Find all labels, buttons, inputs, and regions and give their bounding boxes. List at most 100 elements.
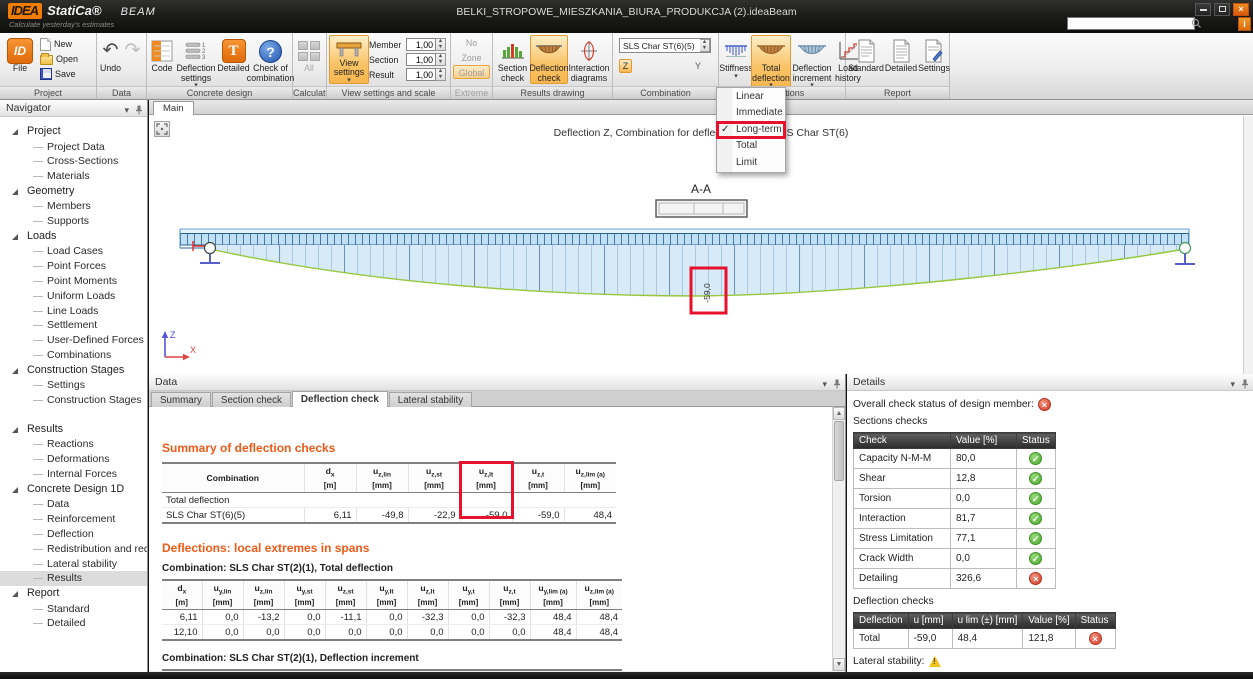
nav-section-geometry[interactable]: Geometry [0,184,147,200]
direction-z-toggle[interactable]: Z [619,59,632,73]
deflection-increment-button[interactable]: Deflection increment▾ [791,35,833,89]
expander-icon[interactable] [12,426,18,433]
member-scale-input[interactable] [406,38,436,51]
search-box[interactable] [1067,17,1201,30]
nav-item-point-forces[interactable]: Point Forces [0,259,147,274]
expander-icon[interactable] [12,188,18,195]
nav-item-detailed[interactable]: Detailed [0,616,147,631]
nav-item-cross-sections[interactable]: Cross-Sections [0,154,147,169]
info-button[interactable]: i [1238,17,1251,31]
panel-menu-icon[interactable]: ▾ [822,376,827,392]
check-of-combination-button[interactable]: ? Check of combination [247,35,294,84]
nav-section-report[interactable]: Report [0,586,147,602]
menu-item-linear[interactable]: Linear [717,89,785,105]
undo-button[interactable]: ↶ Undo [99,35,122,75]
pin-icon[interactable] [1241,379,1249,389]
menu-item-limit[interactable]: Limit [717,155,785,171]
nav-item-deformations[interactable]: Deformations [0,452,147,467]
report-settings-button[interactable]: Settings [918,35,950,75]
code-button[interactable]: Code [149,35,175,75]
nav-item-settings[interactable]: Settings [0,378,147,393]
direction-y-toggle[interactable]: Y [695,61,705,71]
maximize-button[interactable] [1214,3,1230,16]
nav-section-results[interactable]: Results [0,422,147,438]
section-check-button[interactable]: Section check [495,35,530,84]
scroll-thumb[interactable] [834,421,844,481]
file-button[interactable]: ID File [2,35,38,75]
nav-item-settlement[interactable]: Settlement [0,318,147,333]
nav-item-deflection[interactable]: Deflection [0,527,147,542]
panel-menu-icon[interactable]: ▾ [124,102,129,118]
expander-icon[interactable] [12,486,18,493]
nav-item-results[interactable]: Results [0,571,147,587]
expander-icon[interactable] [12,367,18,374]
close-button[interactable]: × [1233,3,1249,16]
nav-item-reinforcement[interactable]: Reinforcement [0,512,147,527]
nav-item-data[interactable]: Data [0,497,147,512]
nav-item-supports[interactable]: Supports [0,214,147,229]
expander-icon[interactable] [12,591,18,598]
detailed-button[interactable]: T Detailed [217,35,250,75]
menu-item-immediate[interactable]: Immediate [717,105,785,121]
section-scale-spinner[interactable]: ▲ ▼ [436,53,446,66]
beam-viewport[interactable]: A-A -59,0 Z X Deflection Z, Combination … [149,115,1253,374]
combination-select[interactable]: SLS Char ST(6)(5) ▲ ▼ [619,38,711,53]
minimize-button[interactable] [1195,3,1211,16]
view-settings-button[interactable]: View settings ▾ [329,35,369,84]
tab-deflection-check[interactable]: Deflection check [291,391,388,408]
tab-main[interactable]: Main [153,101,194,115]
main-view-scrollbar[interactable] [1243,116,1253,374]
nav-item-combinations[interactable]: Combinations [0,348,147,363]
extreme-zone-button[interactable]: Zone [453,50,490,64]
tab-summary[interactable]: Summary [151,392,211,408]
nav-item-materials[interactable]: Materials [0,169,147,184]
result-scale-input[interactable] [406,68,436,81]
nav-item-redistribution-and-reduction[interactable]: Redistribution and reduction [0,542,147,557]
pin-icon[interactable] [135,105,143,115]
menu-item-total[interactable]: Total [717,138,785,154]
nav-item-line-loads[interactable]: Line Loads [0,304,147,319]
redo-button[interactable]: ↷ [122,35,143,65]
nav-item-uniform-loads[interactable]: Uniform Loads [0,289,147,304]
scroll-down-arrow[interactable]: ▼ [833,658,845,671]
nav-item-point-moments[interactable]: Point Moments [0,274,147,289]
result-scale-spinner[interactable]: ▲ ▼ [436,68,446,81]
extreme-global-button[interactable]: Global [453,65,490,79]
nav-section-project[interactable]: Project [0,124,147,140]
tab-section-check[interactable]: Section check [211,392,291,408]
deflection-check-button[interactable]: Deflection check [529,35,569,85]
calculate-all-button[interactable]: All [295,35,323,75]
open-button[interactable]: Open [38,52,80,66]
nav-item-project-data[interactable]: Project Data [0,140,147,155]
nav-section-loads[interactable]: Loads [0,229,147,245]
search-input[interactable] [1068,18,1191,29]
menu-item-long-term[interactable]: ✓ Long-term [716,120,786,140]
report-detailed-button[interactable]: Detailed [884,35,918,75]
extreme-no-button[interactable]: No [453,35,490,49]
expander-icon[interactable] [12,129,18,135]
interaction-diagrams-button[interactable]: Interaction diagrams [568,35,610,84]
save-button[interactable]: Save [38,67,80,81]
stiffness-button[interactable]: Stiffness ▾ [719,35,753,80]
nav-item-lateral-stability[interactable]: Lateral stability [0,557,147,572]
member-scale-spinner[interactable]: ▲ ▼ [436,38,446,51]
expander-icon[interactable] [12,233,18,240]
deflection-settings-button[interactable]: 123 Deflection settings▾ [175,35,217,89]
nav-item-reactions[interactable]: Reactions [0,437,147,452]
new-button[interactable]: New [38,37,80,51]
total-deflection-button[interactable]: Total deflection▾ [751,35,791,90]
nav-item-internal-forces[interactable]: Internal Forces [0,467,147,482]
scroll-up-arrow[interactable]: ▲ [833,407,845,420]
data-panel-scrollbar[interactable]: ▲ ▼ [832,407,845,671]
nav-item-load-cases[interactable]: Load Cases [0,244,147,259]
combination-spinner[interactable]: ▲ ▼ [700,39,710,52]
nav-item-standard[interactable]: Standard [0,602,147,617]
nav-item-user-defined-forces[interactable]: User-Defined Forces [0,333,147,348]
nav-item-members[interactable]: Members [0,199,147,214]
report-standard-button[interactable]: Standard [848,35,884,75]
tab-lateral-stability[interactable]: Lateral stability [388,392,473,408]
nav-section-concrete-design-1d[interactable]: Concrete Design 1D [0,482,147,498]
nav-section-construction-stages[interactable]: Construction Stages [0,363,147,379]
nav-item-construction-stages[interactable]: Construction Stages [0,393,147,408]
panel-menu-icon[interactable]: ▾ [1230,376,1235,392]
